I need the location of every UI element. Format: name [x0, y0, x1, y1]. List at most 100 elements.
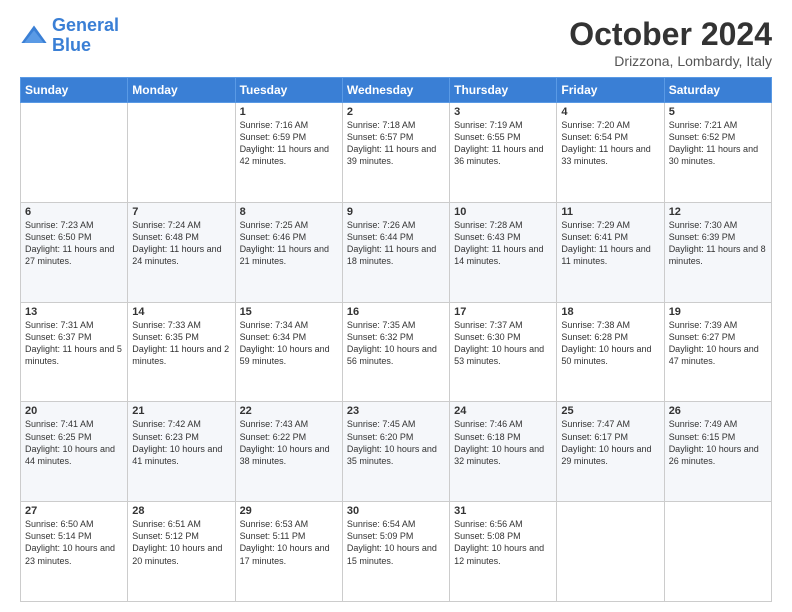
logo-icon — [20, 22, 48, 50]
calendar-cell: 21Sunrise: 7:42 AM Sunset: 6:23 PM Dayli… — [128, 402, 235, 502]
calendar-cell — [128, 103, 235, 203]
day-number: 2 — [347, 106, 445, 118]
header: General Blue October 2024 Drizzona, Lomb… — [20, 16, 772, 69]
day-number: 28 — [132, 505, 230, 517]
location: Drizzona, Lombardy, Italy — [569, 53, 772, 69]
day-number: 19 — [669, 306, 767, 318]
day-number: 29 — [240, 505, 338, 517]
calendar-cell: 31Sunrise: 6:56 AM Sunset: 5:08 PM Dayli… — [450, 502, 557, 602]
day-number: 31 — [454, 505, 552, 517]
day-info: Sunrise: 7:31 AM Sunset: 6:37 PM Dayligh… — [25, 319, 123, 368]
calendar-cell: 28Sunrise: 6:51 AM Sunset: 5:12 PM Dayli… — [128, 502, 235, 602]
calendar-cell: 27Sunrise: 6:50 AM Sunset: 5:14 PM Dayli… — [21, 502, 128, 602]
day-info: Sunrise: 7:41 AM Sunset: 6:25 PM Dayligh… — [25, 418, 123, 467]
day-info: Sunrise: 7:19 AM Sunset: 6:55 PM Dayligh… — [454, 119, 552, 168]
day-info: Sunrise: 7:42 AM Sunset: 6:23 PM Dayligh… — [132, 418, 230, 467]
logo: General Blue — [20, 16, 119, 56]
col-saturday: Saturday — [664, 78, 771, 103]
calendar-cell: 5Sunrise: 7:21 AM Sunset: 6:52 PM Daylig… — [664, 103, 771, 203]
day-info: Sunrise: 7:37 AM Sunset: 6:30 PM Dayligh… — [454, 319, 552, 368]
calendar-cell: 7Sunrise: 7:24 AM Sunset: 6:48 PM Daylig… — [128, 202, 235, 302]
day-number: 24 — [454, 405, 552, 417]
day-number: 17 — [454, 306, 552, 318]
day-info: Sunrise: 6:56 AM Sunset: 5:08 PM Dayligh… — [454, 518, 552, 567]
day-info: Sunrise: 7:25 AM Sunset: 6:46 PM Dayligh… — [240, 219, 338, 268]
calendar-cell: 15Sunrise: 7:34 AM Sunset: 6:34 PM Dayli… — [235, 302, 342, 402]
calendar-cell: 13Sunrise: 7:31 AM Sunset: 6:37 PM Dayli… — [21, 302, 128, 402]
col-sunday: Sunday — [21, 78, 128, 103]
day-number: 11 — [561, 206, 659, 218]
col-tuesday: Tuesday — [235, 78, 342, 103]
calendar-cell: 23Sunrise: 7:45 AM Sunset: 6:20 PM Dayli… — [342, 402, 449, 502]
day-info: Sunrise: 7:28 AM Sunset: 6:43 PM Dayligh… — [454, 219, 552, 268]
calendar-table: Sunday Monday Tuesday Wednesday Thursday… — [20, 77, 772, 602]
day-info: Sunrise: 7:21 AM Sunset: 6:52 PM Dayligh… — [669, 119, 767, 168]
day-number: 6 — [25, 206, 123, 218]
calendar-cell: 29Sunrise: 6:53 AM Sunset: 5:11 PM Dayli… — [235, 502, 342, 602]
calendar-cell: 22Sunrise: 7:43 AM Sunset: 6:22 PM Dayli… — [235, 402, 342, 502]
day-number: 20 — [25, 405, 123, 417]
day-number: 8 — [240, 206, 338, 218]
day-info: Sunrise: 7:18 AM Sunset: 6:57 PM Dayligh… — [347, 119, 445, 168]
calendar-cell: 10Sunrise: 7:28 AM Sunset: 6:43 PM Dayli… — [450, 202, 557, 302]
day-number: 27 — [25, 505, 123, 517]
day-info: Sunrise: 7:29 AM Sunset: 6:41 PM Dayligh… — [561, 219, 659, 268]
calendar-cell: 8Sunrise: 7:25 AM Sunset: 6:46 PM Daylig… — [235, 202, 342, 302]
calendar-cell: 14Sunrise: 7:33 AM Sunset: 6:35 PM Dayli… — [128, 302, 235, 402]
calendar-cell: 19Sunrise: 7:39 AM Sunset: 6:27 PM Dayli… — [664, 302, 771, 402]
day-number: 25 — [561, 405, 659, 417]
day-info: Sunrise: 7:16 AM Sunset: 6:59 PM Dayligh… — [240, 119, 338, 168]
month-title: October 2024 — [569, 16, 772, 53]
col-monday: Monday — [128, 78, 235, 103]
col-wednesday: Wednesday — [342, 78, 449, 103]
day-number: 21 — [132, 405, 230, 417]
day-info: Sunrise: 7:38 AM Sunset: 6:28 PM Dayligh… — [561, 319, 659, 368]
day-number: 16 — [347, 306, 445, 318]
day-number: 12 — [669, 206, 767, 218]
calendar-week-3: 13Sunrise: 7:31 AM Sunset: 6:37 PM Dayli… — [21, 302, 772, 402]
day-number: 26 — [669, 405, 767, 417]
day-info: Sunrise: 6:50 AM Sunset: 5:14 PM Dayligh… — [25, 518, 123, 567]
calendar-cell: 1Sunrise: 7:16 AM Sunset: 6:59 PM Daylig… — [235, 103, 342, 203]
calendar-cell: 2Sunrise: 7:18 AM Sunset: 6:57 PM Daylig… — [342, 103, 449, 203]
day-number: 22 — [240, 405, 338, 417]
day-number: 30 — [347, 505, 445, 517]
logo-text: General Blue — [52, 16, 119, 56]
day-info: Sunrise: 7:35 AM Sunset: 6:32 PM Dayligh… — [347, 319, 445, 368]
calendar-cell: 17Sunrise: 7:37 AM Sunset: 6:30 PM Dayli… — [450, 302, 557, 402]
day-number: 15 — [240, 306, 338, 318]
calendar-cell: 6Sunrise: 7:23 AM Sunset: 6:50 PM Daylig… — [21, 202, 128, 302]
day-info: Sunrise: 7:20 AM Sunset: 6:54 PM Dayligh… — [561, 119, 659, 168]
calendar-cell: 9Sunrise: 7:26 AM Sunset: 6:44 PM Daylig… — [342, 202, 449, 302]
day-number: 23 — [347, 405, 445, 417]
day-info: Sunrise: 7:23 AM Sunset: 6:50 PM Dayligh… — [25, 219, 123, 268]
day-info: Sunrise: 7:33 AM Sunset: 6:35 PM Dayligh… — [132, 319, 230, 368]
calendar-cell: 12Sunrise: 7:30 AM Sunset: 6:39 PM Dayli… — [664, 202, 771, 302]
day-number: 3 — [454, 106, 552, 118]
calendar-cell: 24Sunrise: 7:46 AM Sunset: 6:18 PM Dayli… — [450, 402, 557, 502]
day-number: 4 — [561, 106, 659, 118]
page: General Blue October 2024 Drizzona, Lomb… — [0, 0, 792, 612]
calendar-cell: 11Sunrise: 7:29 AM Sunset: 6:41 PM Dayli… — [557, 202, 664, 302]
calendar-cell — [664, 502, 771, 602]
day-info: Sunrise: 7:49 AM Sunset: 6:15 PM Dayligh… — [669, 418, 767, 467]
calendar-cell: 30Sunrise: 6:54 AM Sunset: 5:09 PM Dayli… — [342, 502, 449, 602]
calendar-cell: 25Sunrise: 7:47 AM Sunset: 6:17 PM Dayli… — [557, 402, 664, 502]
day-number: 5 — [669, 106, 767, 118]
day-info: Sunrise: 7:26 AM Sunset: 6:44 PM Dayligh… — [347, 219, 445, 268]
calendar-cell — [557, 502, 664, 602]
calendar-header-row: Sunday Monday Tuesday Wednesday Thursday… — [21, 78, 772, 103]
day-info: Sunrise: 7:30 AM Sunset: 6:39 PM Dayligh… — [669, 219, 767, 268]
day-number: 18 — [561, 306, 659, 318]
calendar-cell: 18Sunrise: 7:38 AM Sunset: 6:28 PM Dayli… — [557, 302, 664, 402]
day-number: 7 — [132, 206, 230, 218]
day-info: Sunrise: 7:43 AM Sunset: 6:22 PM Dayligh… — [240, 418, 338, 467]
calendar-cell: 4Sunrise: 7:20 AM Sunset: 6:54 PM Daylig… — [557, 103, 664, 203]
day-info: Sunrise: 6:51 AM Sunset: 5:12 PM Dayligh… — [132, 518, 230, 567]
calendar-week-4: 20Sunrise: 7:41 AM Sunset: 6:25 PM Dayli… — [21, 402, 772, 502]
day-info: Sunrise: 7:34 AM Sunset: 6:34 PM Dayligh… — [240, 319, 338, 368]
day-info: Sunrise: 6:53 AM Sunset: 5:11 PM Dayligh… — [240, 518, 338, 567]
day-number: 1 — [240, 106, 338, 118]
title-block: October 2024 Drizzona, Lombardy, Italy — [569, 16, 772, 69]
day-number: 14 — [132, 306, 230, 318]
